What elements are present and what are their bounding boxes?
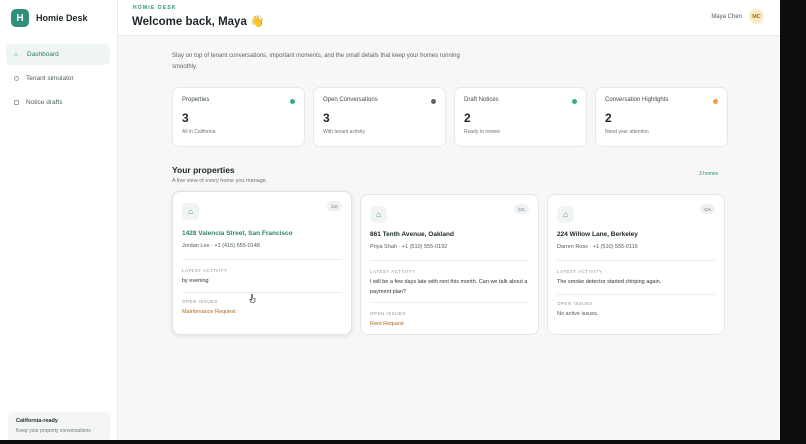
stat-value: 2 [605, 111, 612, 125]
property-address[interactable]: 861 Tenth Avenue, Oakland [370, 231, 454, 238]
sidebar-footer-title: California-ready [16, 418, 58, 424]
circle-icon [14, 76, 19, 81]
property-address[interactable]: 1428 Valencia Street, San Francisco [182, 230, 293, 237]
state-badge: CA [327, 201, 342, 211]
latest-activity-text: The smoke detector started chirping agai… [557, 279, 662, 285]
homes-count-link[interactable]: 3 homes [699, 171, 718, 177]
sidebar-nav: ⌂ Dashboard Tenant simulator Notice draf… [6, 44, 110, 116]
open-issue-status: Rent Request [370, 321, 404, 327]
intro-text: Stay on top of tenant conversations, imp… [172, 53, 460, 70]
app-name: Homie Desk [36, 13, 88, 23]
sidebar-item-dashboard[interactable]: ⌂ Dashboard [6, 44, 110, 65]
stat-value: 2 [464, 111, 471, 125]
open-issues-label: OPEN ISSUES [557, 301, 594, 306]
page-title: Welcome back, Maya 👋 [132, 16, 265, 28]
home-icon: ⌂ [14, 51, 18, 58]
stat-card-open-conversations[interactable]: Open Conversations 3 With tenant activit… [313, 87, 446, 147]
user-name: Maya Chen [711, 13, 742, 20]
state-badge: CA [514, 204, 529, 214]
stat-card-draft-notices[interactable]: Draft Notices 2 Ready to review [454, 87, 587, 147]
tenant-contact: Darren Ross · +1 (510) 555-0116 [557, 244, 638, 250]
stat-value: 3 [182, 111, 189, 125]
stat-subtitle: With tenant activity [323, 129, 365, 135]
header-eyebrow: HOMIE DESK [133, 5, 177, 11]
latest-activity-label: LATEST ACTIVITY [182, 268, 228, 273]
divider [370, 302, 529, 303]
latest-activity-label: LATEST ACTIVITY [557, 269, 603, 274]
open-issue-status: Maintenance Request [182, 309, 236, 315]
property-address[interactable]: 224 Willow Lane, Berkeley [557, 231, 638, 238]
property-card-valencia[interactable]: ⌂ CA 1428 Valencia Street, San Francisco… [172, 191, 352, 335]
avatar[interactable]: MC [749, 9, 764, 24]
latest-activity-text: I will be a few days late with rent this… [370, 279, 528, 295]
sidebar: H Homie Desk ⌂ Dashboard Tenant simulato… [0, 0, 118, 440]
status-dot-icon [290, 99, 295, 104]
status-dot-icon [572, 99, 577, 104]
sidebar-item-tenant-simulator[interactable]: Tenant simulator [6, 68, 110, 89]
property-card-tenth-avenue[interactable]: ⌂ CA 861 Tenth Avenue, Oakland Priya Sha… [360, 194, 539, 335]
stat-label: Open Conversations [323, 97, 378, 103]
sidebar-footer-card: California-ready Keep your property conv… [8, 412, 110, 440]
document-icon [14, 100, 19, 105]
app-logo: H [11, 9, 29, 27]
stats-row: Properties 3 All in California Open Conv… [172, 87, 728, 147]
home-icon: ⌂ [370, 206, 387, 223]
divider [370, 260, 529, 261]
latest-activity-text: by evening [182, 278, 209, 284]
stat-card-conversation-highlights[interactable]: Conversation Highlights 2 Need your atte… [595, 87, 728, 147]
tenant-contact: Jordan Lee · +1 (415) 555-0148 [182, 243, 260, 249]
sidebar-item-notice-drafts[interactable]: Notice drafts [6, 92, 110, 113]
sidebar-footer-subtitle: Keep your property conversations [16, 428, 91, 434]
sidebar-item-label: Notice drafts [26, 99, 63, 106]
stat-subtitle: All in California [182, 129, 216, 135]
tenant-contact: Priya Shah · +1 (510) 555-0192 [370, 244, 448, 250]
property-card-willow-lane[interactable]: ⌂ CA 224 Willow Lane, Berkeley Darren Ro… [547, 194, 725, 335]
stat-label: Draft Notices [464, 97, 499, 103]
properties-section-title: Your properties [172, 165, 235, 175]
screen-edge-right [780, 0, 806, 444]
top-header: HOMIE DESK Welcome back, Maya 👋 Maya Che… [118, 0, 780, 36]
status-dot-icon [713, 99, 718, 104]
open-issue-status: No active issues. [557, 311, 599, 317]
stat-subtitle: Ready to review [464, 129, 500, 135]
home-icon: ⌂ [557, 206, 574, 223]
status-dot-icon [431, 99, 436, 104]
sidebar-item-label: Tenant simulator [26, 75, 74, 82]
open-issues-label: OPEN ISSUES [370, 311, 407, 316]
divider [182, 259, 342, 260]
stat-label: Properties [182, 97, 210, 103]
divider [557, 260, 715, 261]
stat-label: Conversation Highlights [605, 97, 669, 103]
brand[interactable]: H Homie Desk [11, 9, 88, 27]
divider [182, 292, 342, 293]
home-icon: ⌂ [182, 203, 199, 220]
user-menu[interactable]: Maya Chen MC [711, 9, 764, 24]
screen-edge-bottom [0, 440, 806, 444]
stat-card-properties[interactable]: Properties 3 All in California [172, 87, 305, 147]
stat-value: 3 [323, 111, 330, 125]
divider [557, 294, 715, 295]
state-badge: CA [700, 204, 715, 214]
open-issues-label: OPEN ISSUES [182, 299, 219, 304]
hand-cursor-icon [249, 294, 256, 303]
app-window: H Homie Desk ⌂ Dashboard Tenant simulato… [0, 0, 780, 440]
stat-subtitle: Need your attention [605, 129, 649, 135]
properties-section-subtitle: A live view of every home you manage. [172, 178, 268, 184]
sidebar-item-label: Dashboard [27, 51, 59, 58]
latest-activity-label: LATEST ACTIVITY [370, 269, 416, 274]
